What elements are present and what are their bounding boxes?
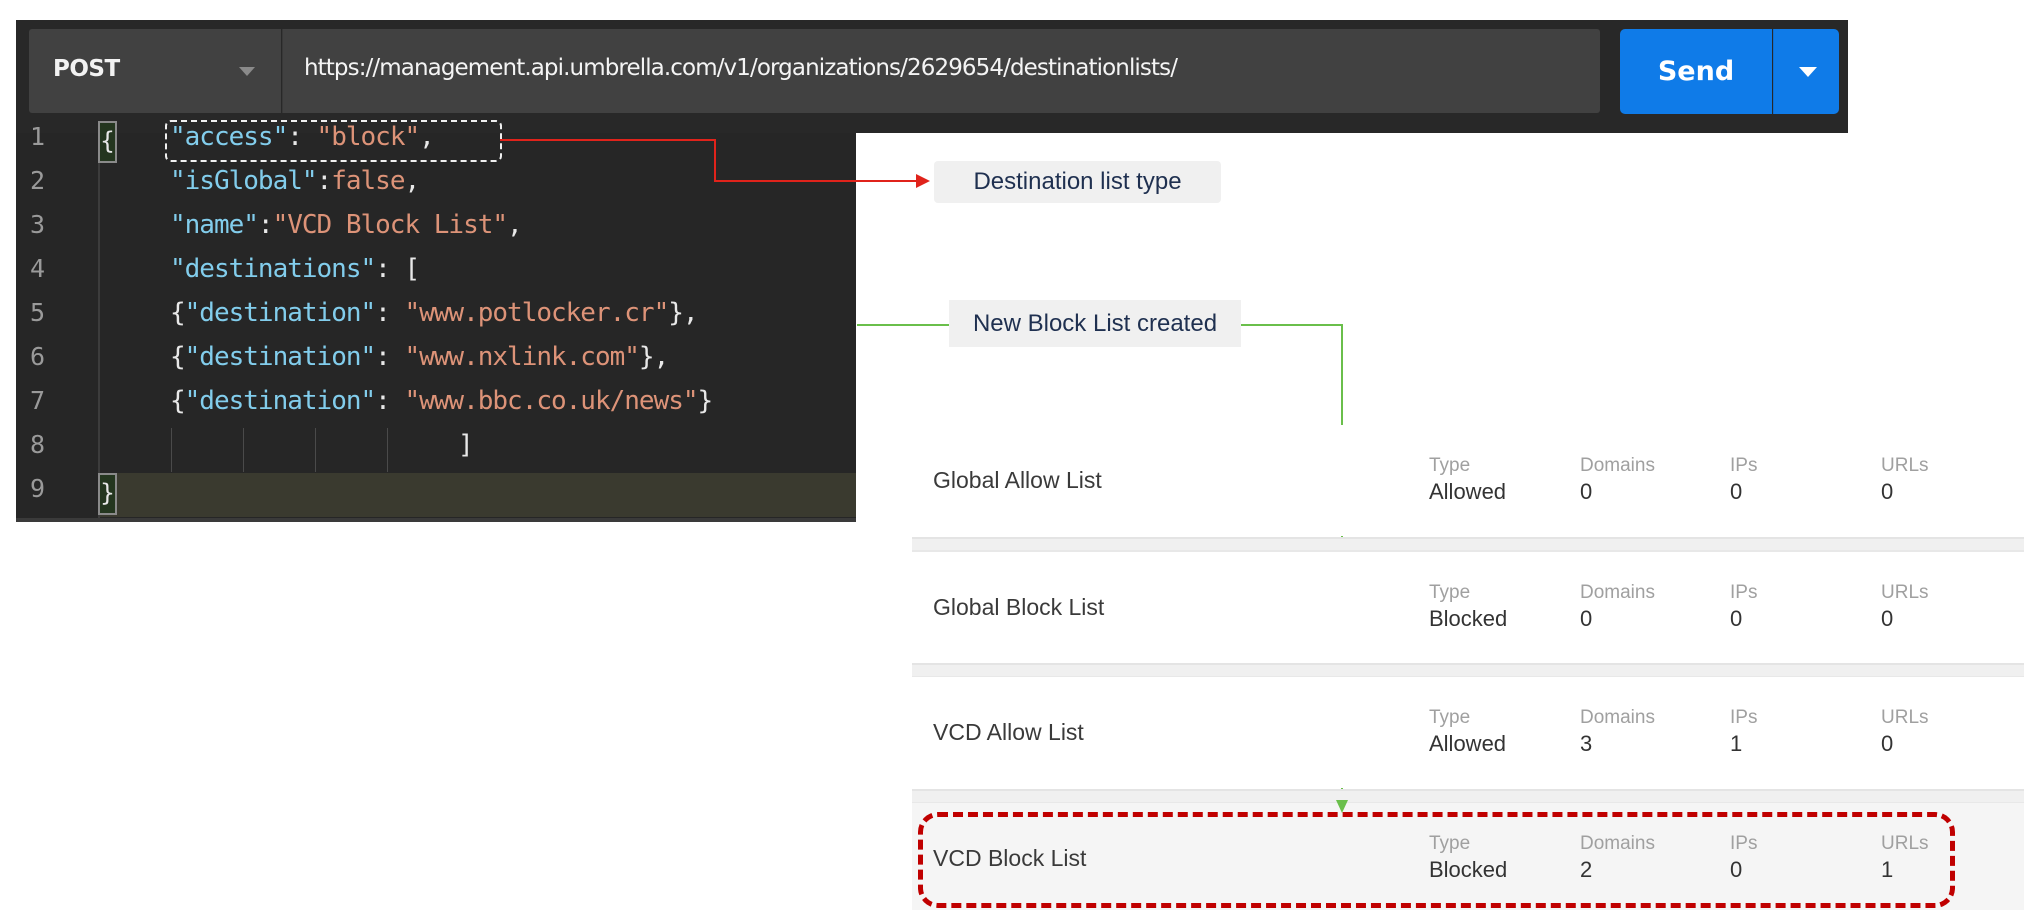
col-type: Type Blocked bbox=[1429, 582, 1507, 634]
col-label: URLs bbox=[1881, 707, 1929, 728]
col-value: 0 bbox=[1580, 479, 1593, 504]
col-label: Domains bbox=[1580, 707, 1655, 728]
col-ips: IPs 0 bbox=[1730, 455, 1757, 507]
col-urls: URLs 0 bbox=[1881, 707, 1929, 759]
callout-new-block-list: New Block List created bbox=[949, 300, 1241, 347]
destination-list-row[interactable]: Global Allow List Type Allowed Domains 0 IPs 0… bbox=[912, 425, 2024, 536]
col-value: Allowed bbox=[1429, 479, 1507, 504]
list-name[interactable]: Global Allow List bbox=[933, 467, 1102, 494]
col-label: Type bbox=[1429, 455, 1471, 476]
col-label: URLs bbox=[1881, 582, 1929, 603]
col-label: Domains bbox=[1580, 582, 1655, 603]
row-separator bbox=[912, 663, 2024, 678]
col-urls: URLs 0 bbox=[1881, 582, 1929, 634]
col-ips: IPs 1 bbox=[1730, 707, 1757, 759]
col-label: Domains bbox=[1580, 455, 1655, 476]
col-label: IPs bbox=[1730, 707, 1758, 728]
col-urls: URLs 0 bbox=[1881, 455, 1929, 507]
row-separator bbox=[912, 789, 2024, 804]
type-arrow-head bbox=[916, 174, 930, 188]
col-value: 0 bbox=[1881, 606, 1894, 631]
col-value: 0 bbox=[1881, 731, 1894, 756]
row-separator bbox=[912, 537, 2024, 552]
col-value: Allowed bbox=[1429, 731, 1507, 756]
col-type: Type Allowed bbox=[1429, 455, 1506, 507]
col-value: 0 bbox=[1730, 606, 1743, 631]
type-arrow bbox=[500, 139, 916, 182]
col-label: Type bbox=[1429, 707, 1471, 728]
col-label: IPs bbox=[1730, 582, 1758, 603]
col-ips: IPs 0 bbox=[1730, 582, 1757, 634]
destination-list-row[interactable]: VCD Allow List Type Allowed Domains 3 IPs 1 URL… bbox=[912, 677, 2024, 788]
destination-list-row[interactable]: Global Block List Type Blocked Domains 0 IPs 0… bbox=[912, 552, 2024, 663]
new-list-highlight bbox=[918, 812, 1955, 908]
callout-destination-list-type: Destination list type bbox=[934, 161, 1221, 203]
col-label: Type bbox=[1429, 582, 1471, 603]
col-value: 1 bbox=[1730, 731, 1743, 756]
col-domains: Domains 0 bbox=[1580, 582, 1655, 634]
col-value: 3 bbox=[1580, 731, 1593, 756]
col-label: URLs bbox=[1881, 455, 1929, 476]
list-name[interactable]: Global Block List bbox=[933, 594, 1104, 621]
col-domains: Domains 0 bbox=[1580, 455, 1655, 507]
col-type: Type Allowed bbox=[1429, 707, 1506, 759]
col-domains: Domains 3 bbox=[1580, 707, 1655, 759]
col-value: 0 bbox=[1881, 479, 1894, 504]
col-label: IPs bbox=[1730, 455, 1758, 476]
col-value: 0 bbox=[1580, 606, 1593, 631]
col-value: 0 bbox=[1730, 479, 1743, 504]
list-name[interactable]: VCD Allow List bbox=[933, 719, 1084, 746]
col-value: Blocked bbox=[1429, 606, 1508, 631]
